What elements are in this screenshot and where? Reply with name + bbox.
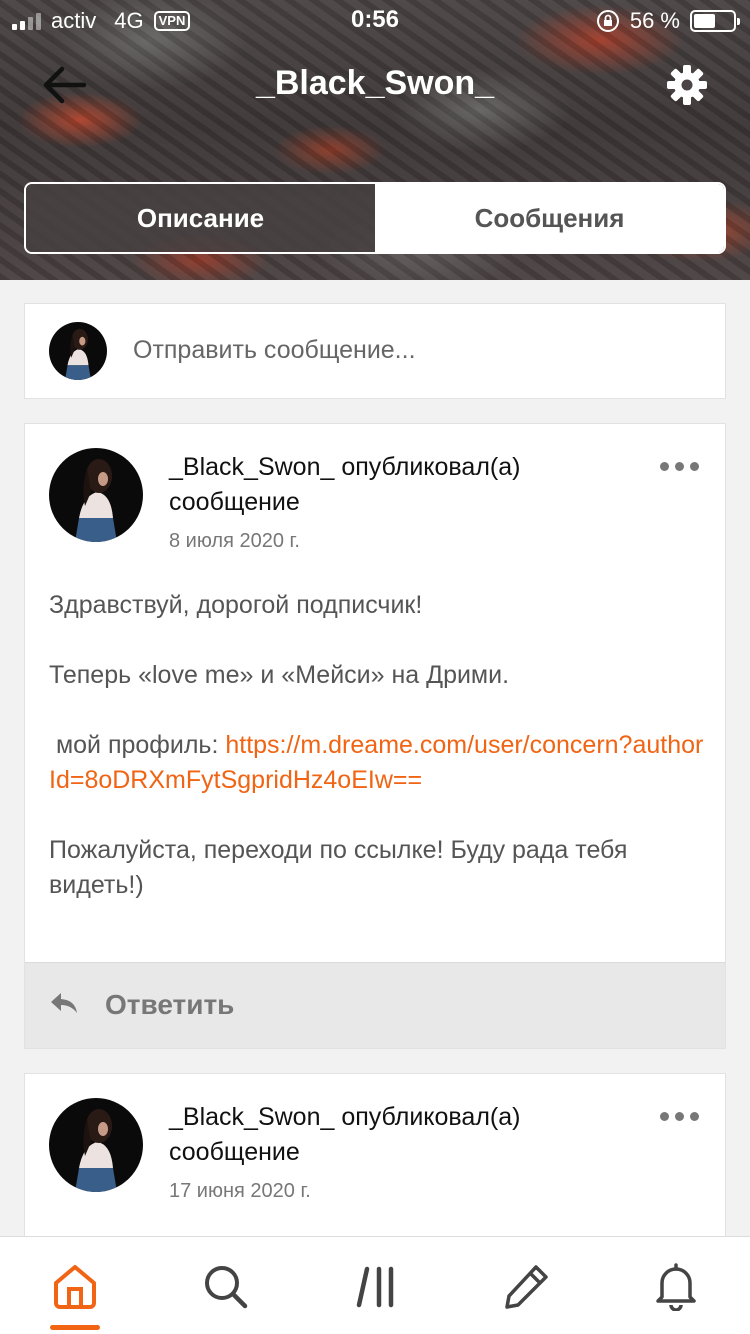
rotation-lock-icon (596, 10, 619, 32)
post-header: _Black_Swon_ опубликовал(а) сообщение (169, 453, 521, 516)
battery-percent: 56 % (629, 8, 680, 33)
post-date: 8 июля 2020 г. (169, 530, 300, 552)
bottom-tab-bar (0, 1236, 750, 1334)
reply-icon (51, 993, 77, 1013)
post-date: 17 июня 2020 г. (169, 1180, 311, 1202)
pencil-icon[interactable] (502, 1261, 552, 1311)
page-title: _Black_Swon_ (255, 64, 495, 102)
library-icon[interactable] (353, 1261, 403, 1311)
post-line-invite: Пожалуйста, переходи по ссылке! Буду рад… (49, 836, 628, 899)
profile-prefix: мой профиль: (49, 731, 226, 759)
post-header: _Black_Swon_ опубликовал(а) сообщение (169, 1103, 521, 1166)
home-icon[interactable] (50, 1261, 100, 1311)
post-line-greeting: Здравствуй, дорогой подписчик! (49, 591, 423, 619)
tab-messages[interactable]: Сообщения (375, 184, 724, 252)
search-icon[interactable] (200, 1261, 250, 1311)
reply-label: Ответить (105, 989, 235, 1020)
top-bar: _Black_Swon_ (0, 50, 750, 120)
active-tab-indicator (50, 1325, 100, 1330)
post-line-profile: мой профиль: https://m.dreame.com/user/c… (49, 728, 709, 798)
status-bar: activ 4G VPN 0:56 56 % (0, 0, 750, 40)
segmented-tabs: Описание Сообщения (24, 182, 726, 254)
avatar[interactable] (49, 448, 143, 542)
bell-icon[interactable] (651, 1261, 701, 1311)
tab-description[interactable]: Описание (26, 184, 375, 252)
post-body: Здравствуй, дорогой подписчик! Теперь «l… (49, 588, 709, 938)
avatar (49, 322, 107, 380)
post-line-announce: Теперь «love me» и «Мейси» на Дрими. (49, 661, 510, 689)
message-composer[interactable]: Отправить сообщение... (24, 303, 726, 399)
message-input-placeholder[interactable]: Отправить сообщение... (133, 336, 416, 365)
battery-icon (690, 10, 740, 32)
reply-button[interactable]: Ответить (25, 962, 725, 1048)
post-card: _Black_Swon_ опубликовал(а) сообщение 8 … (24, 423, 726, 1049)
more-icon[interactable] (660, 462, 699, 471)
post-card: _Black_Swon_ опубликовал(а) сообщение 17… (24, 1073, 726, 1243)
gear-icon[interactable] (666, 64, 708, 106)
avatar[interactable] (49, 1098, 143, 1192)
more-icon[interactable] (660, 1112, 699, 1121)
